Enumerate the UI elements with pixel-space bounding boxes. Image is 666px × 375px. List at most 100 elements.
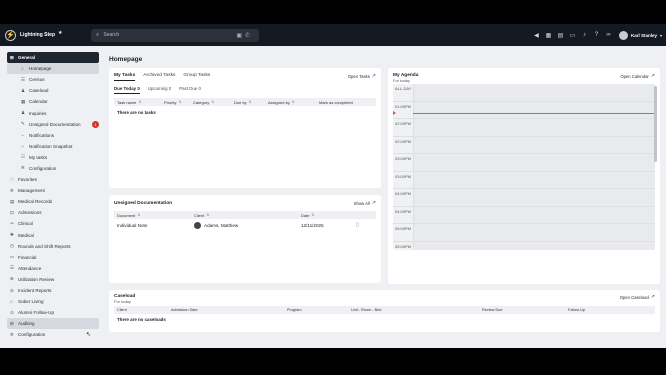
show-all-link[interactable]: Show All ↗ bbox=[354, 200, 376, 206]
sidebar-item-clinical[interactable]: ✑ Clinical bbox=[7, 218, 99, 229]
sidebar-item-general[interactable]: ⊞ General bbox=[7, 52, 99, 64]
top-bar: ⚡ Lightning Step ★ ⌕ ▣ ✆ ◀ ▦ ▤ ▭ ♪ ? ∞ K… bbox=[0, 24, 666, 46]
slot-cell[interactable] bbox=[413, 206, 655, 223]
app-logo[interactable]: ⚡ Lightning Step ★ bbox=[5, 29, 91, 41]
sidebar-item-homepage[interactable]: ⌂ Homepage bbox=[7, 63, 99, 75]
sidebar-item-label: Rounds and Shift Reports bbox=[18, 243, 71, 249]
chat-icon[interactable]: ▭ bbox=[569, 32, 576, 39]
sidebar-item-medical-records[interactable]: ▤ Medical Records bbox=[7, 196, 99, 207]
col-priority[interactable]: Priority ⇅ bbox=[164, 100, 193, 105]
unsigned-documentation-card: Unsigned Documentation Show All ↗ Documen… bbox=[109, 195, 381, 283]
subtab-upcoming[interactable]: Upcoming 0 bbox=[148, 86, 171, 94]
open-tasks-link[interactable]: Open Tasks ↗ bbox=[348, 73, 376, 79]
tab-archived-tasks[interactable]: Archived Tasks bbox=[143, 73, 175, 81]
sidebar-item-census[interactable]: ☰ Census bbox=[7, 74, 99, 85]
sidebar-item-caseload[interactable]: ♟ Caseload bbox=[7, 85, 99, 96]
slot-cell[interactable] bbox=[413, 224, 655, 241]
user-menu[interactable]: Karl Stanley ▾ bbox=[618, 30, 662, 40]
col-assigned-by[interactable]: Assigned by ⇅ bbox=[268, 100, 319, 105]
sidebar-item-calendar[interactable]: ▦ Calendar bbox=[7, 96, 99, 107]
col-category[interactable]: Category ⇅ bbox=[193, 100, 234, 105]
time-slot: 02:00PM bbox=[393, 136, 655, 154]
slot-cell[interactable] bbox=[413, 189, 655, 206]
col-label: Document bbox=[117, 212, 136, 218]
open-caseload-label: Open Caseload bbox=[619, 294, 649, 300]
col-follow-up[interactable]: Follow-Up bbox=[568, 308, 585, 312]
sidebar-item-notifications[interactable]: ◔ Notifications bbox=[7, 130, 99, 141]
col-client[interactable]: Client ⇅ bbox=[194, 213, 301, 218]
agenda-timeline[interactable]: ALL-DAY 01:00PM 02:00PM 02:00PM 03:00PM … bbox=[393, 84, 655, 250]
subtab-past-due[interactable]: Past Due 0 bbox=[179, 86, 201, 94]
sidebar-item-favorites[interactable]: ♡ Favorites bbox=[7, 174, 99, 185]
sidebar: ⊞ General ⌂ Homepage ☰ Census ♟ Caseload ▦ Ca… bbox=[0, 46, 104, 348]
client-cell[interactable]: Adams, Matthew bbox=[194, 221, 301, 229]
open-calendar-link[interactable]: Open Calendar ↗ bbox=[620, 73, 655, 79]
table-row[interactable]: Individual Note Adams, Matthew 12/11/202… bbox=[114, 219, 376, 231]
slot-cell[interactable] bbox=[413, 171, 655, 188]
open-caseload-link[interactable]: Open Caseload ↗ bbox=[620, 294, 655, 300]
pen-icon: ✎ bbox=[21, 121, 25, 127]
sidebar-item-management[interactable]: ✲ Management bbox=[7, 185, 99, 196]
sidebar-item-my-tasks[interactable]: ☷ My tasks bbox=[7, 152, 99, 163]
col-label: Category bbox=[193, 99, 210, 105]
calendar-icon[interactable]: ▦ bbox=[545, 32, 552, 39]
megaphone-icon[interactable]: ◀ bbox=[533, 32, 540, 39]
slot-cell[interactable] bbox=[413, 119, 655, 136]
sidebar-item-unsigned-documentation[interactable]: ✎ Unsigned Documentation 1 bbox=[7, 119, 99, 130]
sidebar-item-attendance[interactable]: ☰ Attendance bbox=[7, 263, 99, 274]
slot-cell[interactable] bbox=[413, 241, 655, 250]
scan-icon[interactable]: ▣ bbox=[236, 32, 242, 39]
sidebar-item-auditing[interactable]: ⊞ Auditing bbox=[7, 318, 99, 330]
slot-cell[interactable] bbox=[413, 154, 655, 171]
sidebar-item-rounds[interactable]: ◷ Rounds and Shift Reports bbox=[7, 241, 99, 252]
col-label: Due by bbox=[234, 99, 247, 105]
slot-label: 02:00PM bbox=[393, 136, 413, 153]
col-document[interactable]: Document ⇅ bbox=[117, 213, 194, 218]
sidebar-item-inquiries[interactable]: ♟ Inquiries bbox=[7, 107, 99, 118]
person-icon: ♟ bbox=[21, 87, 26, 93]
sidebar-item-sober-living[interactable]: ⌂ Sober Living bbox=[7, 296, 99, 307]
sidebar-item-incident-reports[interactable]: ⊘ Incident Reports bbox=[7, 285, 99, 296]
tab-group-tasks[interactable]: Group Tasks bbox=[183, 73, 210, 81]
sidebar-item-label: Management bbox=[18, 188, 45, 194]
document-cell[interactable]: Individual Note bbox=[117, 223, 194, 228]
col-admission-date[interactable]: Admission Date bbox=[171, 308, 287, 312]
slot-cell[interactable] bbox=[413, 136, 655, 153]
col-label: Assigned by bbox=[268, 99, 290, 105]
sidebar-item-alumni-follow-up[interactable]: ⊙ Alumni Follow-Up bbox=[7, 307, 99, 318]
col-unit-room-bed[interactable]: Unit - Room - Bed bbox=[351, 308, 482, 312]
sidebar-item-label: Notification Snapshot bbox=[29, 143, 73, 149]
col-client[interactable]: Client bbox=[117, 308, 171, 312]
col-program[interactable]: Program bbox=[287, 308, 351, 312]
help-icon[interactable]: ? bbox=[593, 32, 600, 38]
sidebar-item-financial[interactable]: ▭ Financial bbox=[7, 252, 99, 263]
grid-icon[interactable]: ▤ bbox=[557, 32, 564, 39]
calendar-icon: ▦ bbox=[21, 98, 26, 104]
bell-icon[interactable]: ♪ bbox=[581, 32, 588, 38]
link-icon[interactable]: ∞ bbox=[605, 32, 612, 38]
slot-cell[interactable] bbox=[413, 84, 655, 101]
sidebar-item-admissions[interactable]: ⊡ Admissions bbox=[7, 207, 99, 218]
col-due-by[interactable]: Due by ⇅ bbox=[234, 100, 268, 105]
sidebar-item-notification-snapshot[interactable]: ◔ Notification Snapshot bbox=[7, 141, 99, 152]
sidebar-item-medical[interactable]: ✚ Medical bbox=[7, 230, 99, 241]
list-icon: ☷ bbox=[21, 154, 26, 160]
search-box[interactable]: ⌕ ▣ ✆ bbox=[91, 28, 259, 42]
sidebar-item-label: Sober Living bbox=[18, 299, 44, 305]
search-input[interactable] bbox=[103, 32, 234, 38]
sidebar-item-utilization-review[interactable]: ⊛ Utilization Review bbox=[7, 274, 99, 285]
col-review-due[interactable]: Review Due bbox=[482, 308, 568, 312]
col-task-name[interactable]: Task name ⇅ bbox=[117, 100, 164, 105]
document-icon[interactable]: ▯ bbox=[356, 222, 359, 228]
bell-icon: ◔ bbox=[21, 143, 24, 149]
tab-my-tasks[interactable]: My Tasks bbox=[114, 73, 136, 81]
slot-label: 03:00PM bbox=[393, 154, 413, 171]
time-slot: 05:00PM bbox=[393, 224, 655, 242]
search-icon: ⌕ bbox=[96, 31, 100, 38]
agenda-scrollbar[interactable] bbox=[654, 86, 657, 162]
phone-icon[interactable]: ✆ bbox=[245, 32, 250, 39]
col-date[interactable]: Date ⇅ bbox=[301, 213, 314, 218]
sidebar-item-general-configuration[interactable]: ✲ Configuration bbox=[7, 163, 99, 174]
subtab-due-today[interactable]: Due Today 0 bbox=[114, 86, 140, 94]
slot-cell[interactable] bbox=[413, 101, 655, 118]
